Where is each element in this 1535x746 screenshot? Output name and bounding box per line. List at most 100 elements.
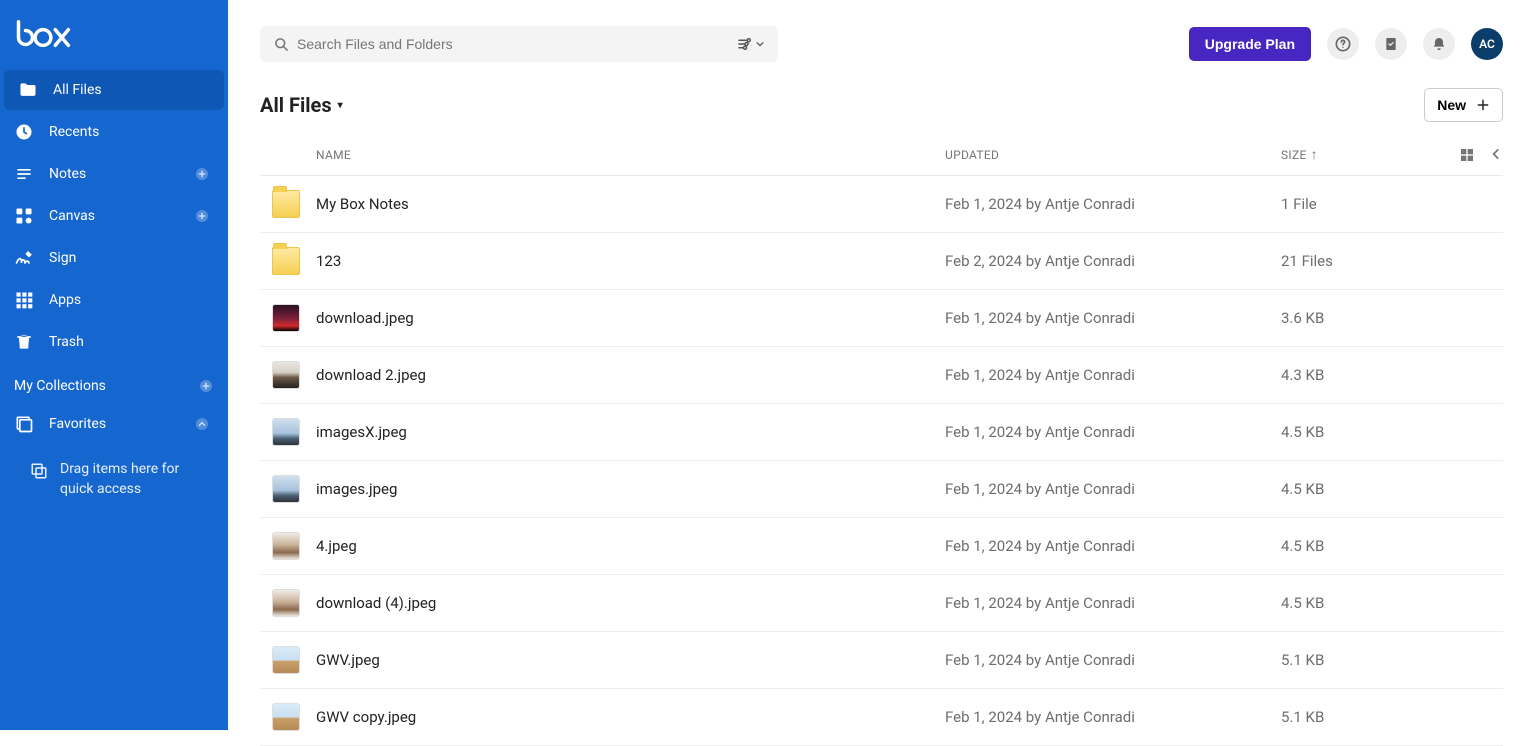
- file-name[interactable]: download.jpeg: [316, 309, 945, 327]
- file-size: 3.6 KB: [1281, 309, 1431, 327]
- column-size[interactable]: SIZE ↑: [1281, 146, 1431, 163]
- file-size: 21 Files: [1281, 252, 1431, 270]
- my-collections-header[interactable]: My Collections: [0, 364, 228, 404]
- sidebar-item-label: All Files: [53, 82, 210, 98]
- column-size-label: SIZE: [1281, 148, 1307, 162]
- file-updated: Feb 1, 2024 by Antje Conradi: [945, 309, 1281, 327]
- table-row[interactable]: images.jpegFeb 1, 2024 by Antje Conradi4…: [260, 461, 1503, 518]
- file-size: 4.5 KB: [1281, 423, 1431, 441]
- sign-icon: [14, 248, 34, 268]
- chevron-up-icon[interactable]: [194, 416, 210, 432]
- file-updated: Feb 1, 2024 by Antje Conradi: [945, 195, 1281, 213]
- sidebar: All Files Recents Notes Canvas: [0, 0, 228, 730]
- favorites-dropzone[interactable]: Drag items here for quick access: [16, 454, 212, 505]
- file-updated: Feb 1, 2024 by Antje Conradi: [945, 480, 1281, 498]
- file-updated: Feb 1, 2024 by Antje Conradi: [945, 594, 1281, 612]
- table-row[interactable]: imagesX.jpegFeb 1, 2024 by Antje Conradi…: [260, 404, 1503, 461]
- file-updated: Feb 1, 2024 by Antje Conradi: [945, 423, 1281, 441]
- file-name[interactable]: GWV.jpeg: [316, 651, 945, 669]
- table-row[interactable]: 123Feb 2, 2024 by Antje Conradi21 Files: [260, 233, 1503, 290]
- main: Upgrade Plan AC All Files ▾ New: [228, 0, 1535, 730]
- page-title[interactable]: All Files ▾: [260, 93, 343, 117]
- file-name[interactable]: 123: [316, 252, 945, 270]
- folder-icon: [272, 190, 300, 218]
- sidebar-item-label: Apps: [49, 292, 210, 308]
- file-name[interactable]: GWV copy.jpeg: [316, 708, 945, 726]
- sidebar-item-favorites[interactable]: Favorites: [0, 404, 224, 444]
- file-size: 5.1 KB: [1281, 651, 1431, 669]
- apps-icon: [14, 290, 34, 310]
- sidebar-item-label: Canvas: [49, 208, 194, 224]
- sidebar-item-canvas[interactable]: Canvas: [0, 196, 224, 236]
- table-row[interactable]: My Box NotesFeb 1, 2024 by Antje Conradi…: [260, 176, 1503, 233]
- sort-ascending-icon: ↑: [1311, 146, 1318, 163]
- file-size: 4.5 KB: [1281, 480, 1431, 498]
- column-name[interactable]: NAME: [316, 148, 945, 162]
- table-header: NAME UPDATED SIZE ↑: [260, 136, 1503, 176]
- my-collections-label: My Collections: [14, 378, 198, 394]
- notifications-icon[interactable]: [1423, 28, 1455, 60]
- sidebar-item-trash[interactable]: Trash: [0, 322, 224, 362]
- file-updated: Feb 2, 2024 by Antje Conradi: [945, 252, 1281, 270]
- search-icon: [274, 37, 289, 52]
- table-row[interactable]: GWV.jpegFeb 1, 2024 by Antje Conradi5.1 …: [260, 632, 1503, 689]
- favorites-icon: [14, 414, 34, 434]
- table-row[interactable]: GWV copy.jpegFeb 1, 2024 by Antje Conrad…: [260, 689, 1503, 746]
- sidebar-item-apps[interactable]: Apps: [0, 280, 224, 320]
- plus-icon[interactable]: [194, 166, 210, 182]
- table-row[interactable]: download 2.jpegFeb 1, 2024 by Antje Conr…: [260, 347, 1503, 404]
- details-pane-toggle-icon[interactable]: [1489, 147, 1503, 163]
- trash-icon: [14, 332, 34, 352]
- image-thumbnail: [272, 532, 300, 560]
- file-updated: Feb 1, 2024 by Antje Conradi: [945, 537, 1281, 555]
- file-name[interactable]: download (4).jpeg: [316, 594, 945, 612]
- table-row[interactable]: download.jpegFeb 1, 2024 by Antje Conrad…: [260, 290, 1503, 347]
- new-button[interactable]: New: [1424, 88, 1503, 122]
- search-input[interactable]: [297, 36, 732, 52]
- file-name[interactable]: images.jpeg: [316, 480, 945, 498]
- table-row[interactable]: download (4).jpegFeb 1, 2024 by Antje Co…: [260, 575, 1503, 632]
- help-icon[interactable]: [1327, 28, 1359, 60]
- sidebar-item-all-files[interactable]: All Files: [4, 70, 224, 110]
- image-thumbnail: [272, 703, 300, 731]
- logo[interactable]: [0, 12, 228, 70]
- file-size: 4.5 KB: [1281, 594, 1431, 612]
- plus-icon[interactable]: [198, 378, 214, 394]
- image-thumbnail: [272, 589, 300, 617]
- sidebar-item-notes[interactable]: Notes: [0, 154, 224, 194]
- file-name[interactable]: download 2.jpeg: [316, 366, 945, 384]
- file-name[interactable]: My Box Notes: [316, 195, 945, 213]
- file-updated: Feb 1, 2024 by Antje Conradi: [945, 708, 1281, 726]
- upgrade-plan-button[interactable]: Upgrade Plan: [1189, 27, 1311, 61]
- topbar: Upgrade Plan AC: [228, 0, 1535, 62]
- image-thumbnail: [272, 304, 300, 332]
- plus-icon[interactable]: [194, 208, 210, 224]
- sidebar-item-label: Favorites: [49, 416, 194, 432]
- user-avatar[interactable]: AC: [1471, 28, 1503, 60]
- sidebar-item-label: Recents: [49, 124, 210, 140]
- file-updated: Feb 1, 2024 by Antje Conradi: [945, 651, 1281, 669]
- clock-icon: [14, 122, 34, 142]
- search-box[interactable]: [260, 26, 778, 62]
- file-name[interactable]: 4.jpeg: [316, 537, 945, 555]
- grid-view-icon[interactable]: [1459, 147, 1475, 163]
- file-size: 1 File: [1281, 195, 1431, 213]
- tasks-icon[interactable]: [1375, 28, 1407, 60]
- table-row[interactable]: 4.jpegFeb 1, 2024 by Antje Conradi4.5 KB: [260, 518, 1503, 575]
- sidebar-item-label: Trash: [49, 334, 210, 350]
- file-name[interactable]: imagesX.jpeg: [316, 423, 945, 441]
- canvas-icon: [14, 206, 34, 226]
- caret-down-icon: ▾: [338, 100, 343, 111]
- image-thumbnail: [272, 646, 300, 674]
- search-filter-icon[interactable]: [732, 31, 768, 57]
- plus-icon: [1476, 98, 1490, 112]
- sidebar-item-recents[interactable]: Recents: [0, 112, 224, 152]
- file-table: NAME UPDATED SIZE ↑ My Box NotesFeb 1, 2…: [228, 136, 1535, 746]
- sidebar-item-sign[interactable]: Sign: [0, 238, 224, 278]
- notes-icon: [14, 164, 34, 184]
- dropzone-text: Drag items here for quick access: [60, 461, 179, 497]
- image-thumbnail: [272, 361, 300, 389]
- file-size: 5.1 KB: [1281, 708, 1431, 726]
- column-updated[interactable]: UPDATED: [945, 148, 1281, 162]
- image-thumbnail: [272, 418, 300, 446]
